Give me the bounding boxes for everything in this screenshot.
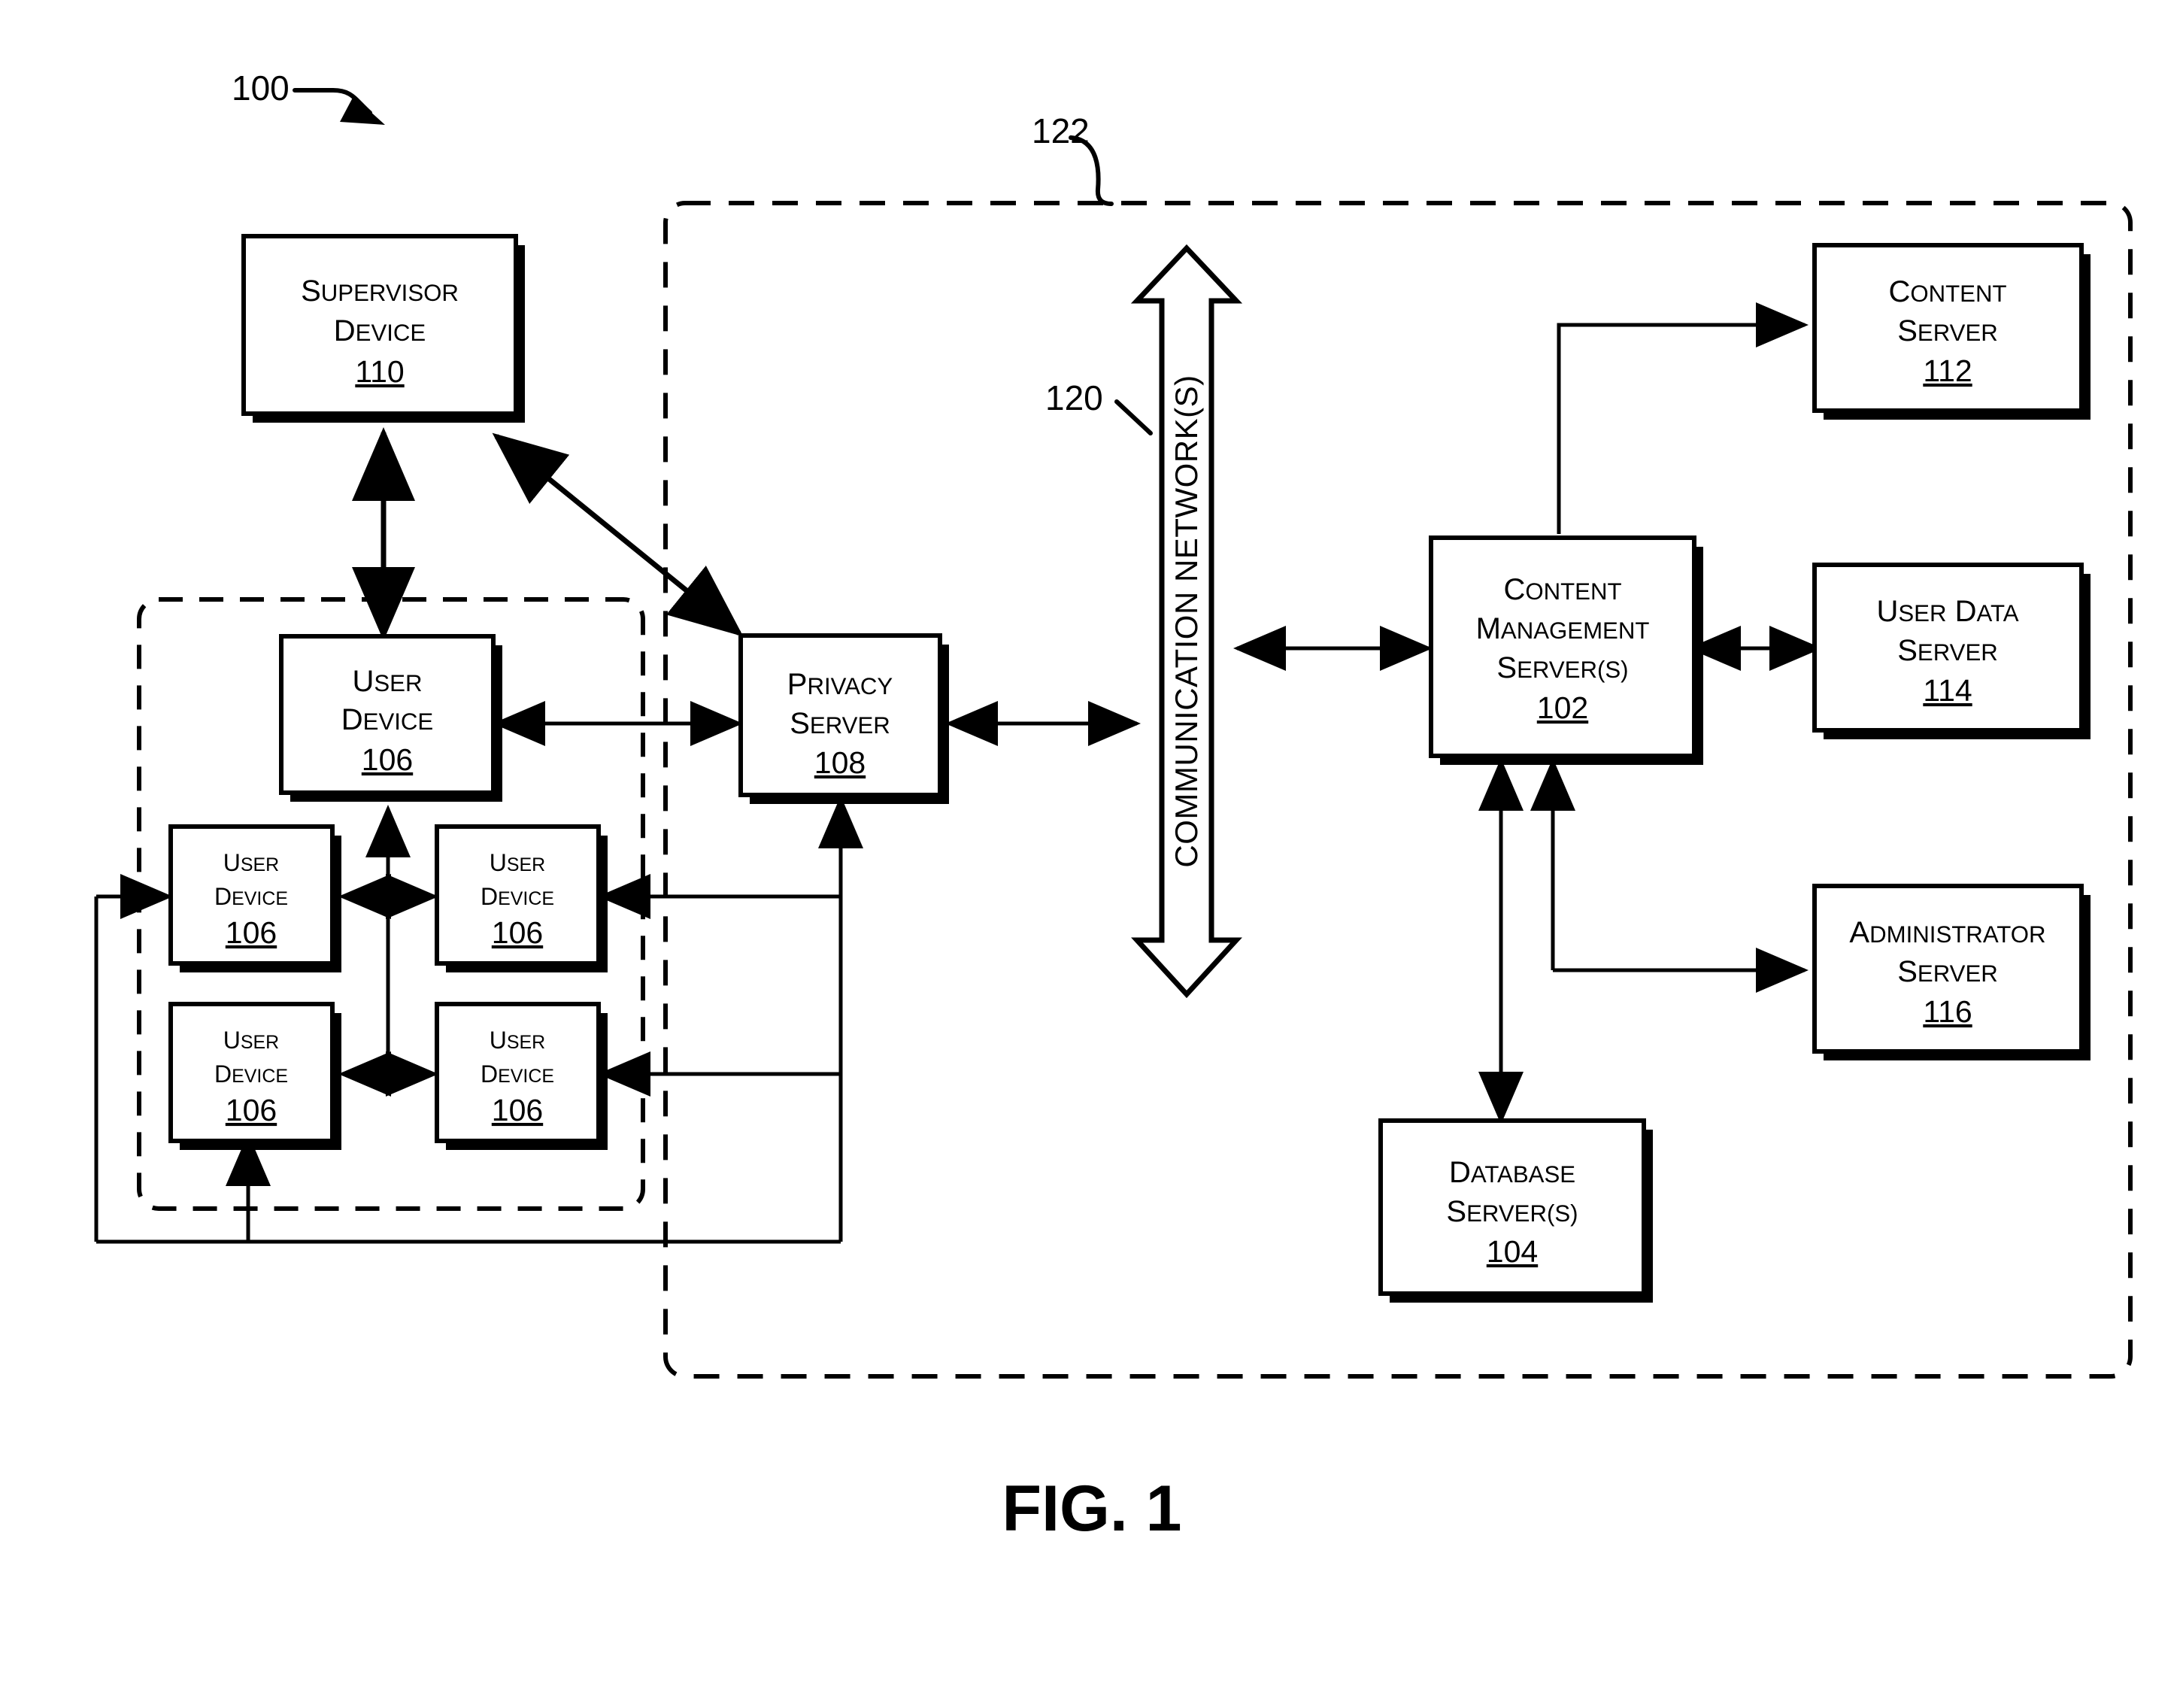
communication-network-label: COMMUNICATION NETWORK(S) xyxy=(1169,375,1204,867)
user-device-top-ref: 106 xyxy=(362,742,413,777)
svg-text:CONTENT: CONTENT xyxy=(1888,275,2006,308)
user-device-br-ref: 106 xyxy=(492,1093,543,1127)
database-server-line1: DATABASE xyxy=(1449,1156,1575,1189)
callout-120-label: 120 xyxy=(1045,378,1103,417)
node-user-device-middle-left[interactable]: USER DEVICE 106 xyxy=(168,824,341,972)
privacy-server-line2: SERVER xyxy=(790,707,890,740)
user-device-top-line2: DEVICE xyxy=(341,703,433,736)
connector-cms-to-contentserver xyxy=(1557,302,1809,534)
administrator-server-line1: ADMINISTRATOR xyxy=(1849,916,2045,949)
callout-122-label: 122 xyxy=(1032,111,1090,150)
cms-ref: 102 xyxy=(1537,690,1588,725)
user-data-server-line2: SERVER xyxy=(1897,634,1998,667)
figure-canvas: 100 122 120 COMMUNICATION NETWORK(S) SUP… xyxy=(0,0,2183,1708)
content-server-line2: SERVER xyxy=(1897,314,1998,347)
node-user-data-server[interactable]: USER DATA SERVER 114 xyxy=(1812,563,2091,739)
connector-userdevice-bus xyxy=(338,805,438,1097)
user-device-ml-ref: 106 xyxy=(226,915,277,950)
supervisor-device-line2: DEVICE xyxy=(334,314,426,347)
figure-caption: FIG. 1 xyxy=(1002,1473,1182,1545)
cms-line2: MANAGEMENT xyxy=(1476,612,1650,645)
node-content-server[interactable]: CONTENT SERVER 112 xyxy=(1812,243,2091,420)
content-server-line1: CONTENT xyxy=(1888,275,2006,308)
user-device-bl-ref: 106 xyxy=(226,1093,277,1127)
node-user-device-top[interactable]: USER DEVICE 106 xyxy=(279,634,502,802)
node-supervisor-device[interactable]: SUPERVISOR DEVICE 110 xyxy=(241,234,525,423)
svg-text:DEVICE: DEVICE xyxy=(334,314,426,347)
svg-text:PRIVACY: PRIVACY xyxy=(787,668,893,701)
node-user-device-middle-right[interactable]: USER DEVICE 106 xyxy=(435,824,608,972)
callout-120: 120 xyxy=(1045,378,1153,435)
svg-text:USER DATA: USER DATA xyxy=(1876,595,2018,628)
node-database-server[interactable]: DATABASE SERVER(S) 104 xyxy=(1378,1118,1653,1303)
user-device-top-line1: USER xyxy=(352,665,422,698)
svg-text:SUPERVISOR: SUPERVISOR xyxy=(301,275,459,308)
svg-text:SERVER(S): SERVER(S) xyxy=(1446,1195,1578,1228)
content-server-ref: 112 xyxy=(1923,353,1972,388)
callout-100: 100 xyxy=(232,68,385,125)
callout-100-label: 100 xyxy=(232,68,290,108)
cms-line1: CONTENT xyxy=(1503,573,1621,606)
database-server-line2: SERVER(S) xyxy=(1446,1195,1578,1228)
connector-supervisor-to-privacyserver xyxy=(492,432,744,637)
cms-line3: SERVER(S) xyxy=(1496,651,1628,684)
connector-cms-to-administratorserver xyxy=(1530,758,1809,993)
supervisor-device-ref: 110 xyxy=(355,354,404,389)
system-diagram: 100 122 120 COMMUNICATION NETWORK(S) SUP… xyxy=(94,68,2133,1545)
svg-text:DATABASE: DATABASE xyxy=(1449,1156,1575,1189)
svg-text:ADMINISTRATOR: ADMINISTRATOR xyxy=(1849,916,2045,949)
svg-text:SERVER: SERVER xyxy=(1897,314,1998,347)
svg-text:DEVICE: DEVICE xyxy=(341,703,433,736)
privacy-server-line1: PRIVACY xyxy=(787,668,893,701)
svg-text:SERVER: SERVER xyxy=(790,707,890,740)
user-data-server-line1: USER DATA xyxy=(1876,595,2018,628)
privacy-server-ref: 108 xyxy=(814,745,866,780)
node-privacy-server[interactable]: PRIVACY SERVER 108 xyxy=(738,633,949,804)
node-user-device-bottom-right[interactable]: USER DEVICE 106 xyxy=(435,1002,608,1150)
administrator-server-line2: SERVER xyxy=(1897,955,1998,988)
supervisor-device-line1: SUPERVISOR xyxy=(301,275,459,308)
node-user-device-bottom-left[interactable]: USER DEVICE 106 xyxy=(168,1002,341,1150)
svg-text:MANAGEMENT: MANAGEMENT xyxy=(1476,612,1650,645)
svg-text:CONTENT: CONTENT xyxy=(1503,573,1621,606)
svg-text:SERVER: SERVER xyxy=(1897,955,1998,988)
node-administrator-server[interactable]: ADMINISTRATOR SERVER 116 xyxy=(1812,884,2091,1060)
database-server-ref: 104 xyxy=(1487,1234,1538,1269)
svg-text:SERVER(S): SERVER(S) xyxy=(1496,651,1628,684)
communication-network: COMMUNICATION NETWORK(S) xyxy=(1130,244,1243,999)
user-data-server-ref: 114 xyxy=(1923,673,1972,708)
svg-text:SERVER: SERVER xyxy=(1897,634,1998,667)
callout-122: 122 xyxy=(1032,111,1114,206)
user-device-mr-ref: 106 xyxy=(492,915,543,950)
administrator-server-ref: 116 xyxy=(1923,994,1972,1029)
node-content-management-server[interactable]: CONTENT MANAGEMENT SERVER(S) 102 xyxy=(1429,535,1703,765)
svg-text:USER: USER xyxy=(352,665,422,698)
